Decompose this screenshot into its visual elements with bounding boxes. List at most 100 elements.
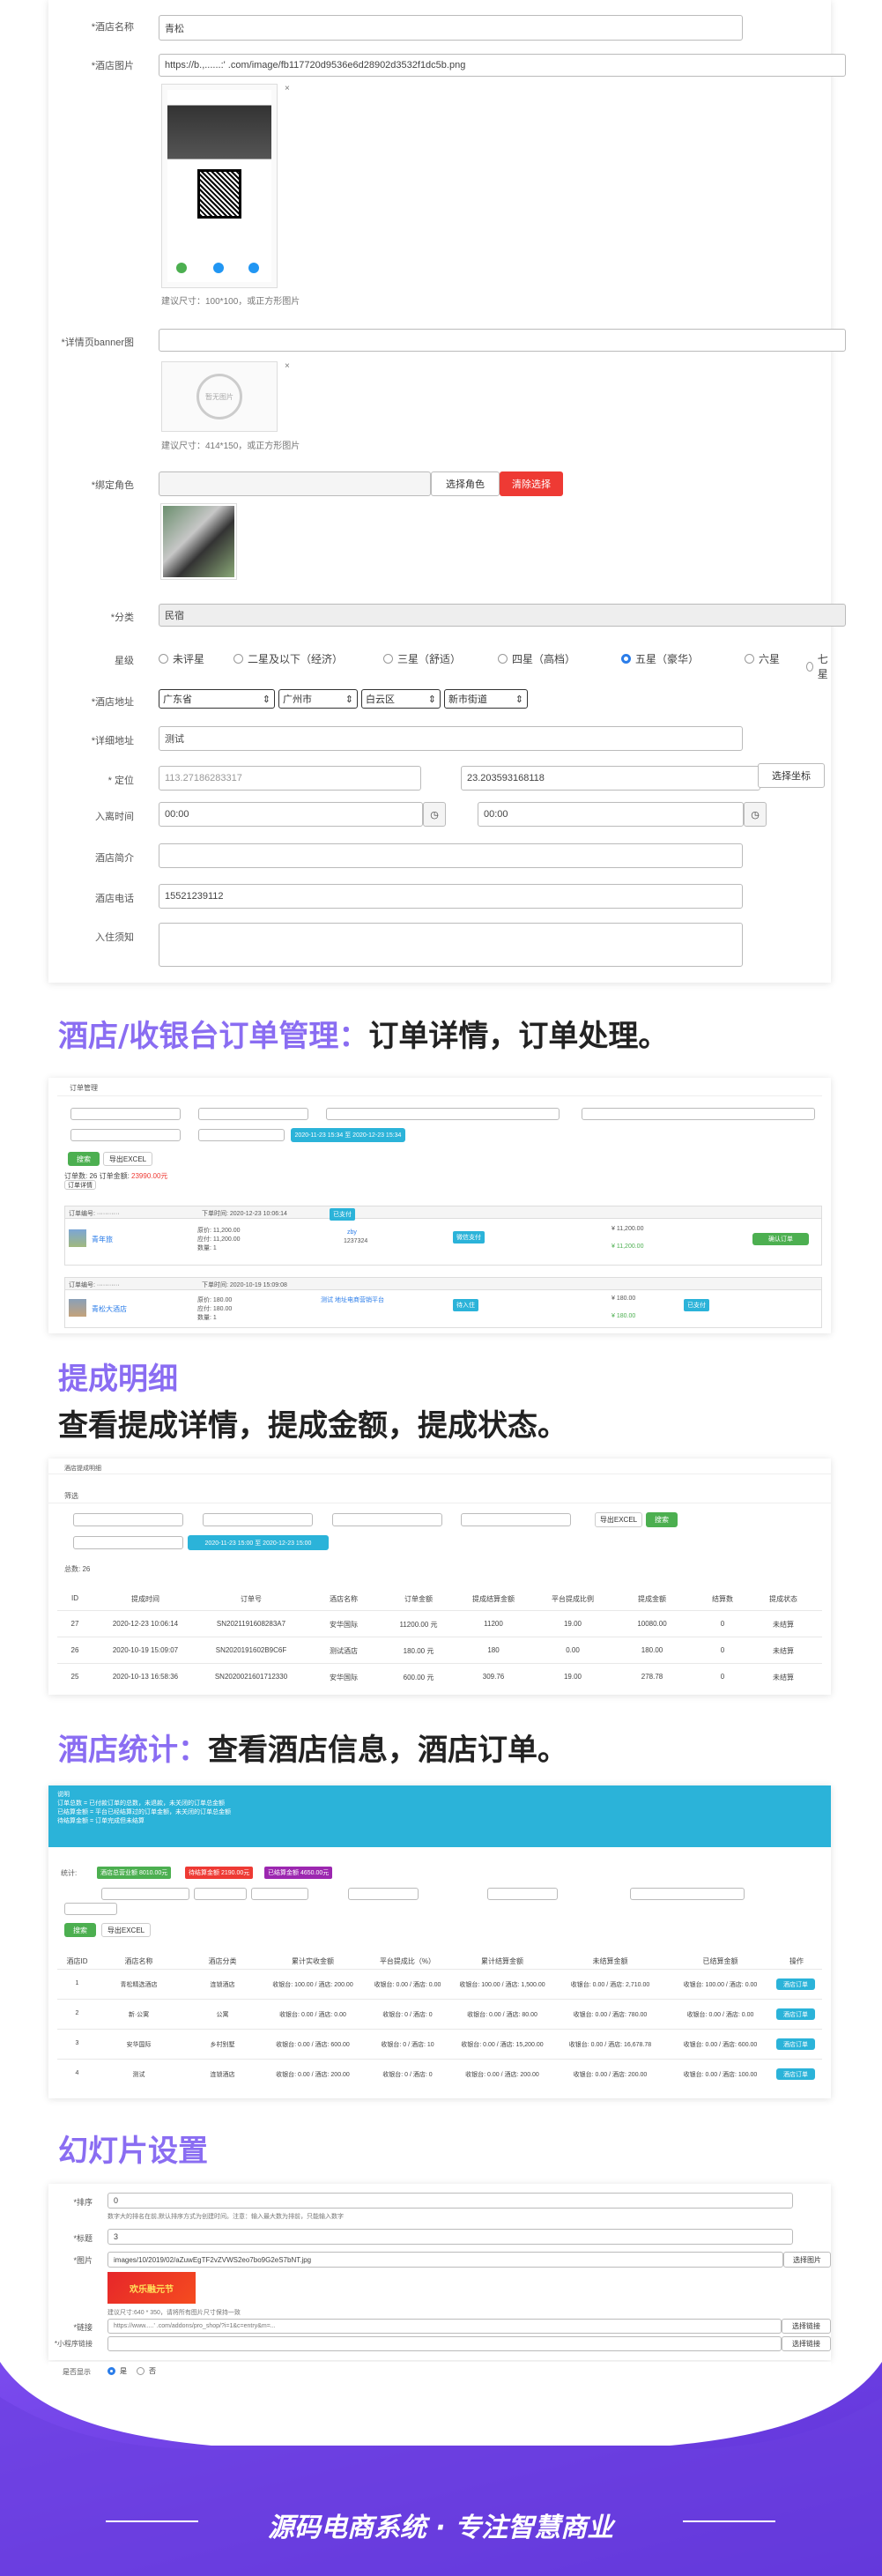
intro-input[interactable] xyxy=(159,843,743,868)
stats-export-button[interactable]: 导出EXCEL xyxy=(101,1923,151,1937)
mini-link-input[interactable] xyxy=(107,2336,782,2351)
order-search-button[interactable]: 搜索 xyxy=(68,1152,100,1166)
notice-textarea[interactable] xyxy=(159,923,743,967)
hotel-name-input[interactable]: 青松 xyxy=(159,15,743,41)
hotel-image-url-input[interactable]: https://b.,......:' .com/image/fb117720d… xyxy=(159,54,846,77)
hotel-orders-button[interactable]: 酒店订单 xyxy=(776,2008,815,2020)
order-type-select[interactable] xyxy=(70,1129,181,1141)
city-select[interactable]: 广州市 ⇕ xyxy=(278,689,358,709)
star-option-4[interactable]: 五星（豪华） xyxy=(621,651,699,666)
remove-image-icon[interactable]: × xyxy=(285,84,290,93)
role-input[interactable] xyxy=(159,471,431,496)
star-option-5[interactable]: 六星 xyxy=(745,651,780,666)
street-select[interactable]: 新市街道 ⇕ xyxy=(444,689,528,709)
order-hotel-name[interactable]: 青松大酒店 xyxy=(92,1304,127,1314)
select-role-button[interactable]: 选择角色 xyxy=(431,471,500,496)
commission-status-select[interactable] xyxy=(461,1513,571,1526)
commission-filter-2[interactable] xyxy=(203,1513,313,1526)
banner-placeholder[interactable]: 暂无图片 xyxy=(161,361,278,432)
commission-type-select[interactable] xyxy=(73,1536,183,1549)
table-cell: 25 xyxy=(70,1673,79,1681)
province-select[interactable]: 广东省 ⇕ xyxy=(159,689,275,709)
show-no-radio[interactable]: 否 xyxy=(137,2366,156,2376)
clear-selection-button[interactable]: 清除选择 xyxy=(500,471,563,496)
slide-image-upload-button[interactable]: 选择图片 xyxy=(783,2252,831,2268)
table-cell: 19.00 xyxy=(563,1673,582,1681)
stats-filter-7[interactable] xyxy=(64,1903,117,1915)
orders-heading-highlight: 酒店/收银台订单管理： xyxy=(58,1019,369,1054)
hotel-orders-button[interactable]: 酒店订单 xyxy=(776,2038,815,2050)
hotel-orders-button[interactable]: 酒店订单 xyxy=(776,1978,815,1990)
category-select[interactable]: 民宿 xyxy=(159,604,846,627)
star-option-3[interactable]: 四星（高档） xyxy=(498,651,575,666)
commission-filter-3[interactable] xyxy=(332,1513,442,1526)
hotel-orders-button[interactable]: 酒店订单 xyxy=(776,2068,815,2080)
slide-link-input[interactable]: https://www.....' .com/addons/pro_shop/?… xyxy=(107,2319,782,2334)
category-label: *分类 xyxy=(110,612,134,623)
order-no: 订单编号: ··········· xyxy=(69,1282,120,1288)
commission-search-button[interactable]: 搜索 xyxy=(646,1512,678,1527)
table-cell: 收银台: 0.00 / 酒店: 600.00 xyxy=(276,2042,350,2048)
location-label: * 定位 xyxy=(107,776,134,786)
banner-url-input[interactable] xyxy=(159,329,846,352)
confirm-order-button[interactable]: 确认订单 xyxy=(752,1233,809,1245)
summary-prefix: 订单数: 26 订单金额: xyxy=(64,1172,130,1180)
stats-search-button[interactable]: 搜索 xyxy=(64,1923,96,1937)
table-cell: 2020-10-13 16:58:36 xyxy=(112,1673,179,1681)
commission-date-range[interactable]: 2020-11-23 15:00 至 2020-12-23 15:00 xyxy=(188,1535,329,1550)
stats-filter-1[interactable] xyxy=(101,1888,189,1900)
hotel-name-label: *酒店名称 xyxy=(91,22,134,33)
star-option-0[interactable]: 未评星 xyxy=(159,651,204,666)
order-filter-3[interactable] xyxy=(582,1108,815,1120)
province-value: 广东省 xyxy=(163,694,192,705)
commission-filter-1[interactable] xyxy=(73,1513,183,1526)
district-select[interactable]: 白云区 ⇕ xyxy=(361,689,441,709)
hotel-edit-form: *酒店名称 青松 *酒店图片 https://b.,......:' .com/… xyxy=(48,0,846,983)
table-cell: 180 xyxy=(487,1646,500,1654)
order-pay-select[interactable] xyxy=(198,1129,285,1141)
order-filter-2[interactable] xyxy=(198,1108,308,1120)
detail-address-input[interactable]: 测试 xyxy=(159,726,743,751)
hotel-thumb xyxy=(69,1229,86,1247)
table-cell: 连锁酒店 xyxy=(210,2072,235,2078)
hotel-image-preview[interactable] xyxy=(161,84,278,288)
address-label: *酒店地址 xyxy=(91,697,134,708)
slide-link-button[interactable]: 选择链接 xyxy=(782,2319,831,2334)
star-option-2[interactable]: 三星（舒适） xyxy=(383,651,461,666)
order-hotel-name[interactable]: 青年旅 xyxy=(92,1235,113,1244)
slide-sort-input[interactable]: 0 xyxy=(107,2193,793,2209)
phone-input[interactable]: 15521239112 xyxy=(159,884,743,909)
stats-filter-4[interactable] xyxy=(348,1888,419,1900)
remove-banner-icon[interactable]: × xyxy=(285,361,290,371)
table-cell: 测试 xyxy=(132,2072,145,2078)
table-cell: 收银台: 100.00 / 酒店: 0.00 xyxy=(683,1982,758,1988)
clock-icon[interactable]: ◷ xyxy=(423,802,446,827)
clock-icon[interactable]: ◷ xyxy=(744,802,767,827)
time-to-input[interactable]: 00:00 xyxy=(478,802,744,827)
pick-coordinate-button[interactable]: 选择坐标 xyxy=(758,763,825,788)
order-export-button[interactable]: 导出EXCEL xyxy=(103,1152,152,1166)
detail-address-label: *详细地址 xyxy=(91,736,134,746)
order-filter-1[interactable] xyxy=(70,1108,181,1120)
order-status-select[interactable] xyxy=(326,1108,560,1120)
order-detail-link[interactable]: 订单详情 xyxy=(64,1180,96,1190)
mini-link-button[interactable]: 选择链接 xyxy=(782,2336,831,2351)
lng-input[interactable]: 113.27186283317 xyxy=(159,766,421,791)
chevron-down-icon: ⇕ xyxy=(427,694,436,705)
time-from-input[interactable]: 00:00 xyxy=(159,802,423,827)
footer-line-left xyxy=(106,2520,198,2522)
slide-title-input[interactable]: 3 xyxy=(107,2229,793,2245)
order-date-range[interactable]: 2020-11-23 15:34 至 2020-12-23 15:34 xyxy=(291,1128,405,1142)
slide-sort-label: *排序 xyxy=(73,2198,93,2207)
total-revenue-badge: 酒店总营业额 8010.00元 xyxy=(97,1867,172,1879)
stats-filter-6[interactable] xyxy=(630,1888,745,1900)
commission-export-button[interactable]: 导出EXCEL xyxy=(595,1512,642,1527)
stats-filter-5[interactable] xyxy=(487,1888,558,1900)
lat-input[interactable]: 23.203593168118 xyxy=(461,766,760,791)
star-option-1[interactable]: 二星及以下（经济） xyxy=(233,651,343,666)
star-option-6[interactable]: 七星 xyxy=(806,651,831,681)
slide-image-input[interactable]: images/10/2019/02/aZuwEgTF2vZVWS2eo7bo9G… xyxy=(107,2252,783,2268)
stats-filter-3[interactable] xyxy=(251,1888,308,1900)
stats-filter-2[interactable] xyxy=(194,1888,247,1900)
show-yes-radio[interactable]: 是 xyxy=(107,2366,127,2376)
